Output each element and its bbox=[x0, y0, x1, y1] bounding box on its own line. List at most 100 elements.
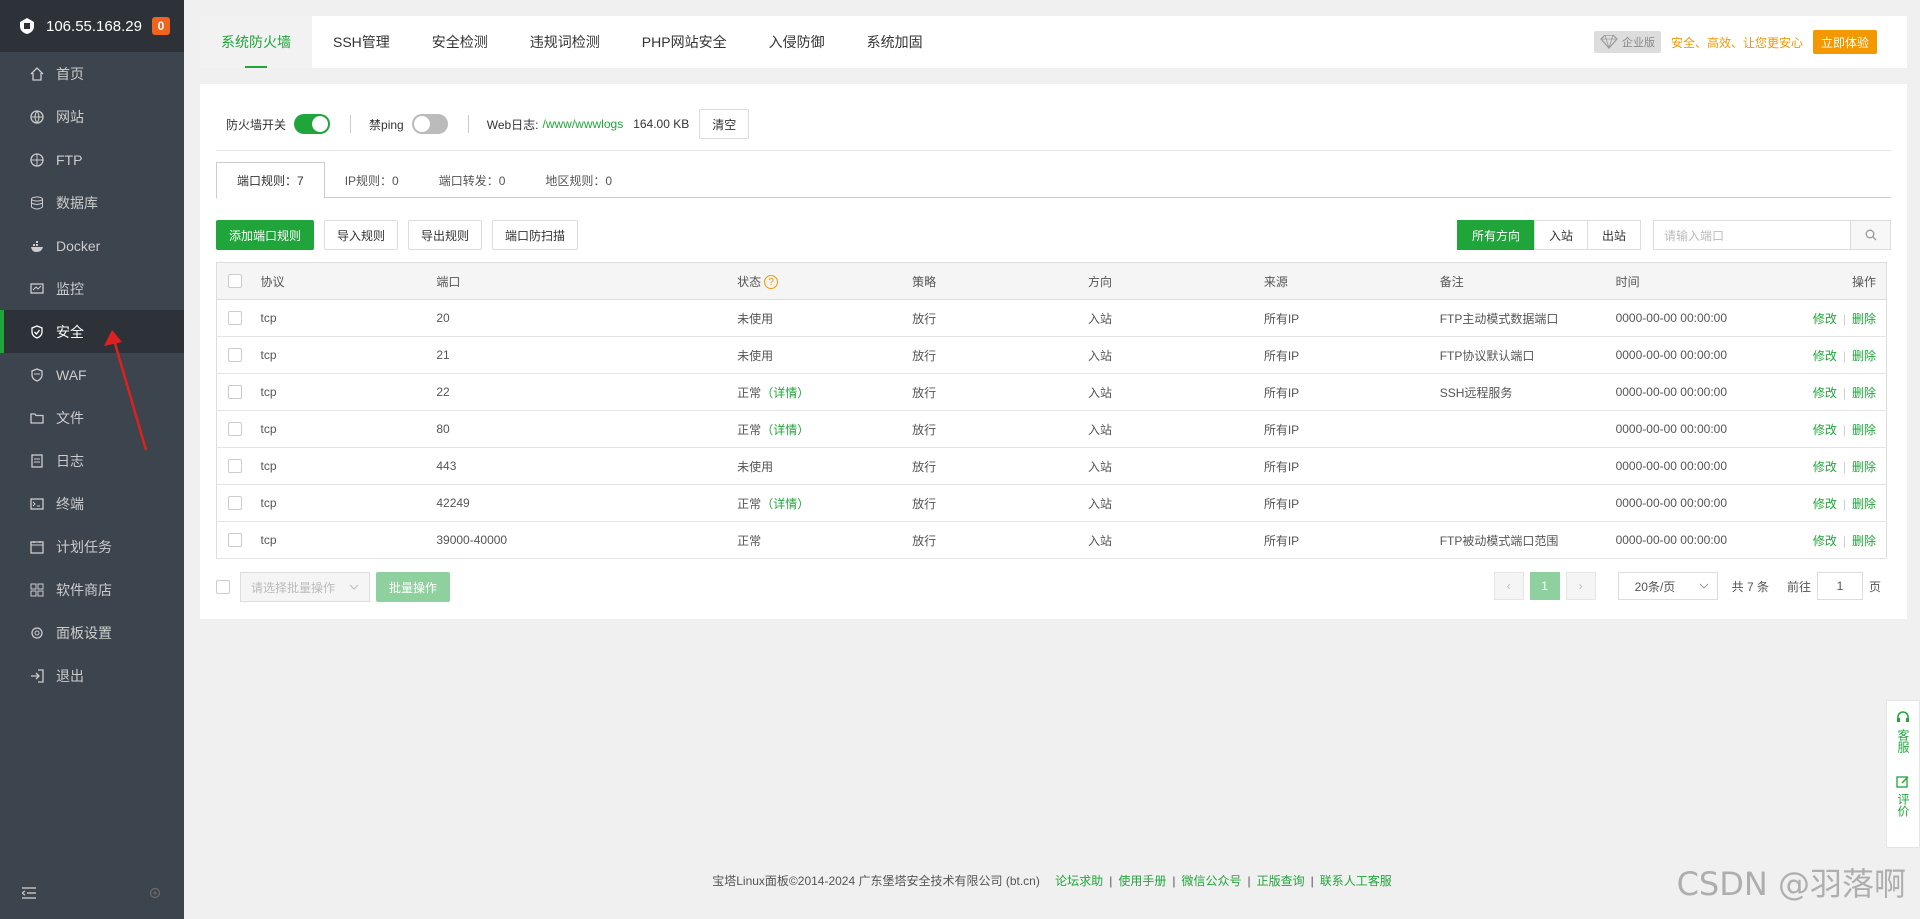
edit-rule-link[interactable]: 修改 bbox=[1813, 534, 1837, 548]
batch-action-select[interactable]: 请选择批量操作 bbox=[240, 572, 370, 602]
clear-log-button[interactable]: 清空 bbox=[699, 109, 750, 139]
sidebar-item-3[interactable]: 数据库 bbox=[0, 181, 184, 224]
prev-page-icon[interactable]: ‹ bbox=[1493, 572, 1524, 600]
edit-rule-link[interactable]: 修改 bbox=[1813, 497, 1837, 511]
delete-rule-link[interactable]: 删除 bbox=[1852, 349, 1876, 363]
delete-rule-link[interactable]: 删除 bbox=[1852, 497, 1876, 511]
delete-rule-link[interactable]: 删除 bbox=[1852, 386, 1876, 400]
page-current[interactable]: 1 bbox=[1529, 572, 1560, 600]
page-size-select[interactable]: 20条/页 bbox=[1617, 572, 1718, 600]
row-checkbox[interactable] bbox=[228, 311, 242, 326]
edit-rule-link[interactable]: 修改 bbox=[1813, 460, 1837, 474]
row-checkbox[interactable] bbox=[228, 422, 242, 437]
sidebar-item-1[interactable]: 网站 bbox=[0, 95, 184, 138]
sidebar-item-2[interactable]: FTP bbox=[0, 138, 184, 181]
collapse-menu-icon[interactable] bbox=[22, 887, 36, 899]
direction-all-button[interactable]: 所有方向 bbox=[1456, 220, 1535, 250]
customer-service-button[interactable]: 客服 bbox=[1896, 711, 1910, 753]
cell-time: 0000-00-00 00:00:00 bbox=[1615, 299, 1792, 337]
edit-rule-link[interactable]: 修改 bbox=[1813, 386, 1837, 400]
select-all-checkbox[interactable] bbox=[228, 274, 242, 289]
settings-gear-icon[interactable] bbox=[148, 886, 162, 900]
tab-2[interactable]: 安全检测 bbox=[411, 16, 509, 68]
help-icon[interactable]: ? bbox=[764, 275, 779, 290]
subtab-0[interactable]: 端口规则：7 bbox=[216, 162, 325, 199]
footer-link-2[interactable]: 微信公众号 bbox=[1181, 874, 1241, 888]
next-page-icon[interactable]: › bbox=[1565, 572, 1596, 600]
tab-6[interactable]: 系统加固 bbox=[846, 16, 944, 68]
row-checkbox[interactable] bbox=[228, 496, 242, 511]
footer-select-all-checkbox[interactable] bbox=[216, 580, 230, 594]
trial-button[interactable]: 立即体验 bbox=[1812, 30, 1877, 54]
subtab-3[interactable]: 地区规则：0 bbox=[525, 162, 632, 198]
delete-rule-link[interactable]: 删除 bbox=[1852, 312, 1876, 326]
ping-toggle[interactable] bbox=[411, 114, 448, 134]
footer-link-1[interactable]: 使用手册 bbox=[1118, 874, 1166, 888]
cell-note: FTP被动模式端口范围 bbox=[1439, 521, 1616, 559]
sidebar-item-10[interactable]: 终端 bbox=[0, 482, 184, 525]
port-rules-table: 协议 端口 状态? 策略 方向 来源 备注 时间 操作 tcp 20 未使用 放行 入站… bbox=[216, 262, 1888, 559]
switch-row: 防火墙开关 禁ping Web日志: /www/wwwlogs 164.00 K… bbox=[226, 108, 750, 140]
import-rules-button[interactable]: 导入规则 bbox=[324, 220, 399, 250]
globe-icon bbox=[30, 109, 44, 124]
tab-4[interactable]: PHP网站安全 bbox=[621, 16, 748, 68]
sidebar-item-11[interactable]: 计划任务 bbox=[0, 525, 184, 568]
col-protocol: 协议 bbox=[260, 262, 437, 300]
row-checkbox[interactable] bbox=[228, 533, 242, 548]
edit-rule-link[interactable]: 修改 bbox=[1813, 312, 1837, 326]
sidebar-item-13[interactable]: 面板设置 bbox=[0, 611, 184, 654]
delete-rule-link[interactable]: 删除 bbox=[1852, 534, 1876, 548]
goto-page-input[interactable]: 1 bbox=[1816, 572, 1863, 600]
direction-in-button[interactable]: 入站 bbox=[1533, 220, 1588, 250]
tab-5[interactable]: 入侵防御 bbox=[748, 16, 846, 68]
server-ip[interactable]: 106.55.168.29 bbox=[46, 18, 152, 35]
port-scan-protect-button[interactable]: 端口防扫描 bbox=[492, 220, 579, 250]
sidebar-item-5[interactable]: 监控 bbox=[0, 267, 184, 310]
notification-badge[interactable]: 0 bbox=[152, 17, 170, 35]
status-detail-link[interactable]: （详情） bbox=[761, 423, 809, 437]
batch-action-button[interactable]: 批量操作 bbox=[376, 572, 451, 602]
sidebar-item-label: FTP bbox=[56, 151, 83, 168]
export-rules-button[interactable]: 导出规则 bbox=[408, 220, 483, 250]
footer-link-4[interactable]: 联系人工客服 bbox=[1320, 874, 1392, 888]
headset-icon bbox=[1897, 711, 1909, 722]
add-port-rule-button[interactable]: 添加端口规则 bbox=[216, 220, 315, 250]
sidebar-item-4[interactable]: Docker bbox=[0, 224, 184, 267]
direction-out-button[interactable]: 出站 bbox=[1586, 220, 1641, 250]
weblog-path-link[interactable]: /www/wwwlogs bbox=[543, 117, 624, 131]
cell-port: 21 bbox=[436, 336, 738, 374]
sidebar-item-12[interactable]: 软件商店 bbox=[0, 568, 184, 611]
subtab-2[interactable]: 端口转发：0 bbox=[419, 162, 526, 198]
row-checkbox[interactable] bbox=[228, 459, 242, 474]
search-button[interactable] bbox=[1850, 221, 1890, 249]
delete-rule-link[interactable]: 删除 bbox=[1852, 423, 1876, 437]
delete-rule-link[interactable]: 删除 bbox=[1852, 460, 1876, 474]
weblog-size: 164.00 KB bbox=[633, 117, 690, 131]
edit-rule-link[interactable]: 修改 bbox=[1813, 423, 1837, 437]
cell-policy: 放行 bbox=[912, 299, 1088, 337]
edit-rule-link[interactable]: 修改 bbox=[1813, 349, 1837, 363]
tab-3[interactable]: 违规词检测 bbox=[509, 16, 621, 68]
row-checkbox[interactable] bbox=[228, 348, 242, 363]
firewall-toggle[interactable] bbox=[294, 114, 331, 134]
status-detail-link[interactable]: （详情） bbox=[761, 386, 809, 400]
sidebar-item-14[interactable]: 退出 bbox=[0, 654, 184, 697]
subtab-1[interactable]: IP规则：0 bbox=[325, 162, 419, 198]
port-search-input[interactable]: 请输入端口 bbox=[1654, 221, 1850, 249]
enterprise-promo: 企业版 安全、高效、让您更安心 立即体验 bbox=[1593, 30, 1877, 54]
sidebar-item-0[interactable]: 首页 bbox=[0, 52, 184, 95]
review-button[interactable]: 评价 bbox=[1896, 775, 1910, 817]
footer-link-3[interactable]: 正版查询 bbox=[1257, 874, 1305, 888]
tab-1[interactable]: SSH管理 bbox=[312, 16, 411, 68]
enterprise-badge[interactable]: 企业版 bbox=[1593, 31, 1661, 53]
logout-icon bbox=[30, 668, 44, 683]
footer-link-0[interactable]: 论坛求助 bbox=[1055, 874, 1103, 888]
status-detail-link[interactable]: （详情） bbox=[761, 497, 809, 511]
col-port: 端口 bbox=[436, 262, 738, 300]
sidebar-item-label: 终端 bbox=[56, 495, 84, 512]
search-icon bbox=[1865, 229, 1876, 241]
cell-source: 所有IP bbox=[1263, 336, 1440, 374]
pagination: ‹ 1 › 20条/页 共 7 条 前往 1 页 bbox=[1493, 572, 1881, 600]
tab-0[interactable]: 系统防火墙 bbox=[200, 16, 312, 68]
row-checkbox[interactable] bbox=[228, 385, 242, 400]
